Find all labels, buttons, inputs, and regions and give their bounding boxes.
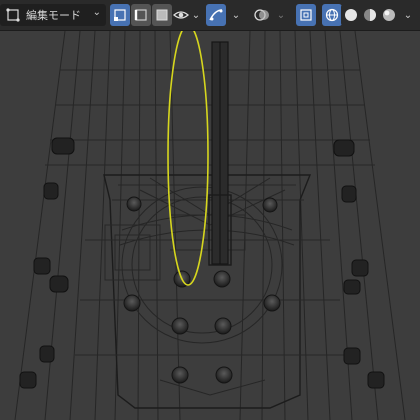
overlay-icon xyxy=(254,9,269,21)
proportional-chevron[interactable]: ⌄ xyxy=(229,4,243,26)
chevron-down-icon: ⌄ xyxy=(231,9,241,21)
viewport-visibility-icon xyxy=(173,11,189,19)
viewport-3d[interactable] xyxy=(0,31,420,420)
shading-rendered-icon xyxy=(383,9,395,21)
chevron-down-icon: ⌄ xyxy=(276,9,286,21)
face-select-icon xyxy=(156,9,168,21)
shading-rendered-button[interactable] xyxy=(379,4,399,26)
vertical-rod xyxy=(208,41,232,266)
edge-select-icon xyxy=(134,9,147,21)
face-select-button[interactable] xyxy=(152,4,172,26)
xray-icon xyxy=(300,9,312,21)
shading-solid-button[interactable] xyxy=(341,4,361,26)
shading-solid-icon xyxy=(345,9,357,21)
mode-label: 編集モード xyxy=(26,9,81,22)
proportional-edit-button[interactable] xyxy=(206,4,226,26)
mode-dropdown[interactable]: 編集モード ⌄ xyxy=(0,4,106,26)
visibility-chevron[interactable]: ⌄ xyxy=(189,4,203,26)
edge-select-button[interactable] xyxy=(131,4,151,26)
shading-wireframe-button[interactable] xyxy=(322,4,342,26)
shading-material-icon xyxy=(364,9,376,21)
shading-material-button[interactable] xyxy=(360,4,380,26)
vertex-select-button[interactable] xyxy=(110,4,130,26)
shading-chevron[interactable]: ⌄ xyxy=(401,4,415,26)
overlay-chevron[interactable]: ⌄ xyxy=(274,4,288,26)
proportional-edit-icon xyxy=(209,9,223,21)
overlay-button[interactable] xyxy=(252,4,272,26)
chevron-down-icon: ⌄ xyxy=(403,9,413,21)
shading-wireframe-icon xyxy=(325,8,339,22)
mesh-edit-icon xyxy=(6,8,20,22)
viewport-visibility-button[interactable] xyxy=(172,4,190,26)
chevron-down-icon: ⌄ xyxy=(191,9,201,21)
xray-button[interactable] xyxy=(296,4,316,26)
chevron-down-icon: ⌄ xyxy=(92,7,101,18)
viewport-header: 編集モード ⌄ ⌄ ⌄ ⌄ ⌄ xyxy=(0,0,420,31)
vertex-select-icon xyxy=(114,9,126,21)
